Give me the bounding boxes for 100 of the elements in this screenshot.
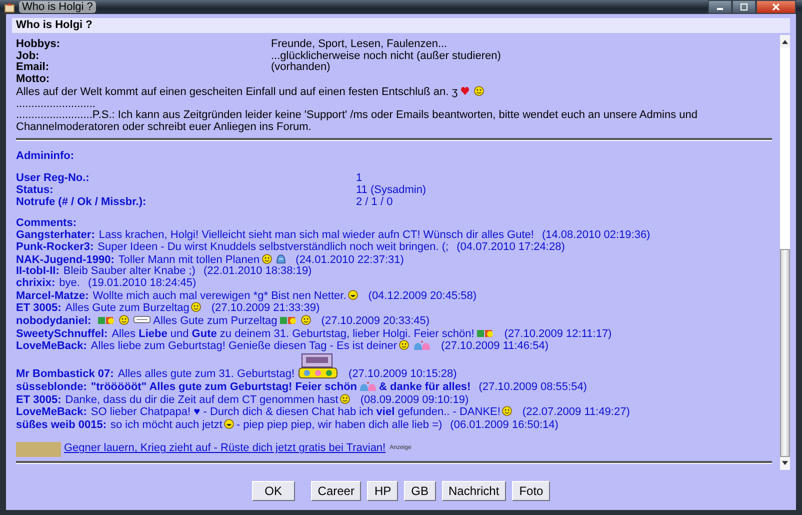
comment-text: Wollte mich auch mal verewigen *g* Bist nen Netter. — [92, 290, 346, 302]
comment-text: Super Ideen - Du wirst Knuddels selbstverständlich noch weit bringen. (; — [98, 240, 449, 253]
comment-author: LoveMeBack: — [16, 340, 87, 352]
dialog-button[interactable]: GB — [404, 480, 436, 501]
comment-author: ET 3005: — [16, 302, 62, 314]
comment-author: NAK-Jugend-1990: — [16, 254, 114, 266]
comment-text: SO lieber Chatpapa! ♥ - Durch dich & diesen Chat hab ich viel gefunden.. - DANKE! — [90, 406, 500, 418]
smiley-icon — [399, 340, 410, 350]
comment-text: Lass krachen, Holgi! Vielleicht sieht man sich mal wieder aufn CT! Wünsch dir alles Gute! — [98, 229, 534, 242]
up-arrow-icon — [782, 40, 788, 44]
field-value: Freunde, Sport, Lesen, Faulenzen... — [271, 39, 448, 51]
field-label: User Reg-No.: — [16, 173, 90, 185]
section-heading: Comments: — [16, 218, 78, 230]
comment-time: (27.10.2009 11:46:54) — [441, 340, 548, 352]
note-text: .........................P.S.: Ich kann aus Zeitgründen leider keine 'Support' /ms oder Emails beantworten, bitte wendet euch an unsere Admins und Channelmoderatoren oder schreibt euer Anliegen ins Forum. — [16, 110, 698, 134]
field-value: 11 (Sysadmin) — [356, 185, 428, 197]
scroll-down-button[interactable] — [780, 456, 790, 470]
field-value: 2 / 1 / 0 — [356, 196, 394, 208]
field-label: Notrufe (# / Ok / Missbr.): — [16, 196, 148, 208]
dialog-button[interactable]: OK — [252, 480, 295, 501]
comment-text: "tröööööt" Alles gute zum Geburtstag! Feier schön — [90, 380, 358, 393]
comment-text: Alles liebe zum Geburtstag! Genieße diesen Tag - Es ist deiner — [90, 340, 398, 352]
comment-text: Toller Mann mit tollen Planen — [118, 254, 260, 266]
comment-author: Gangsterhater: — [16, 229, 95, 242]
comment-author: SweetySchnuffel: — [16, 328, 108, 340]
comment-time: (27.10.2009 21:33:39) — [211, 302, 320, 314]
laughing-icon — [224, 418, 234, 429]
comment-text: Alles Gute zum Burzeltag — [65, 302, 190, 314]
close-icon — [771, 3, 781, 11]
comment-time: (27.10.2009 20:33:45) — [321, 315, 430, 328]
smiley-icon — [502, 406, 512, 416]
comment-author: Marcel-Matze: — [16, 290, 89, 302]
comment-time: (08.09.2009 09:10:19) — [360, 394, 469, 406]
comment-text: bye. — [59, 276, 80, 289]
sticker-icon — [476, 328, 494, 338]
scrollbar-thumb[interactable] — [780, 248, 790, 457]
comment-author: LoveMeBack: — [16, 406, 87, 418]
sticker-icon — [97, 315, 116, 326]
smiley-icon — [119, 315, 130, 326]
dialog-button[interactable]: Nachricht — [442, 480, 506, 501]
scrollbar[interactable] — [780, 35, 790, 470]
comment-time: (24.01.2010 22:37:31) — [296, 254, 404, 266]
comment-time: (14.08.2010 02:19:36) — [542, 229, 650, 242]
field-label: Hobbys: — [16, 39, 61, 51]
field-value: (vorhanden) — [271, 62, 330, 74]
dialog-button[interactable]: Foto — [512, 480, 550, 501]
maximize-button[interactable] — [732, 0, 756, 14]
comment-time: (06.01.2009 16:50:14) — [450, 418, 558, 431]
comment-author: II-tobI-II: — [16, 265, 60, 278]
comment-text: Alles Liebe und Gute zu deinem 31. Geburtstag, lieber Holgi. Feier schön! — [112, 328, 474, 340]
sign-icon — [133, 315, 152, 326]
sticker-icon — [298, 353, 338, 380]
field-label: Email: — [16, 62, 50, 74]
comment-text: Danke, dass du dir die Zeit auf dem CT genommen hast — [65, 394, 338, 406]
comment-text: Alles Gute zum Purzeltag — [153, 315, 278, 328]
field-value: ...glücklicherweise noch nicht (außer studieren) — [271, 50, 502, 62]
comment-time: (22.07.2009 11:49:27) — [522, 406, 630, 418]
close-button[interactable] — [756, 0, 796, 14]
comment-time: (27.10.2009 08:55:54) — [478, 380, 587, 393]
field-label: Motto: — [16, 74, 51, 86]
field-value: 1 — [356, 173, 364, 185]
comment-text: - piep piep piep, wir haben dich alle lieb =) — [236, 418, 442, 431]
maximize-icon — [739, 3, 749, 11]
blobs-icon — [413, 340, 432, 350]
minimize-button[interactable] — [708, 0, 732, 14]
smiley-icon — [262, 254, 272, 264]
heart-icon — [460, 86, 470, 96]
section-heading: Admininfo: — [16, 150, 76, 162]
window-title: Who is Holgi ? — [19, 1, 96, 13]
comment-author: nobodydaniel: — [16, 315, 92, 328]
comment-author: ET 3005: — [16, 394, 62, 406]
laughing-icon — [348, 290, 358, 300]
ad-link[interactable]: Gegner lauern, Krieg zieht auf - Rüste dich jetzt gratis bei Travian! — [64, 443, 386, 456]
smiley-icon — [474, 86, 484, 96]
field-label: Job: — [16, 50, 40, 62]
comment-author: chrixix: — [16, 276, 56, 289]
comment-time: (04.12.2009 20:45:58) — [368, 290, 477, 302]
comment-text: Bleib Sauber alter Knabe ;) — [63, 265, 196, 278]
comment-time: (27.10.2009 10:15:28) — [348, 368, 457, 380]
blob-icon — [276, 254, 286, 264]
scroll-up-button[interactable] — [780, 35, 790, 48]
comment-author: süßes weib 0015: — [16, 418, 106, 431]
field-label: Status: — [16, 185, 54, 197]
comment-author: Punk-Rocker3: — [16, 240, 94, 253]
smiley-icon — [191, 302, 202, 312]
dialog-button[interactable]: HP — [367, 480, 398, 501]
comment-author: süsseblonde: — [16, 380, 87, 393]
header-title: Who is Holgi ? — [12, 18, 790, 33]
sticker-icon — [279, 315, 298, 326]
smiley-icon — [301, 315, 312, 326]
dialog-button[interactable]: Career — [310, 480, 362, 501]
comment-author: Mr Bombastick 07: — [16, 368, 114, 380]
blobs-icon — [359, 380, 378, 391]
motto-text: Alles auf der Welt kommt auf einen gescheiten Einfall und auf einen festen Entschluß an. ʒ — [16, 86, 458, 98]
smiley-icon — [340, 394, 350, 404]
comment-time: (27.10.2009 12:11:17) — [504, 328, 612, 340]
comment-text: so ich möcht auch jetzt — [110, 418, 222, 431]
comment-time: (04.07.2010 17:24:28) — [456, 240, 565, 253]
note-text: .......................... — [16, 98, 96, 110]
comment-time: (19.01.2010 18:24:45) — [88, 276, 196, 289]
